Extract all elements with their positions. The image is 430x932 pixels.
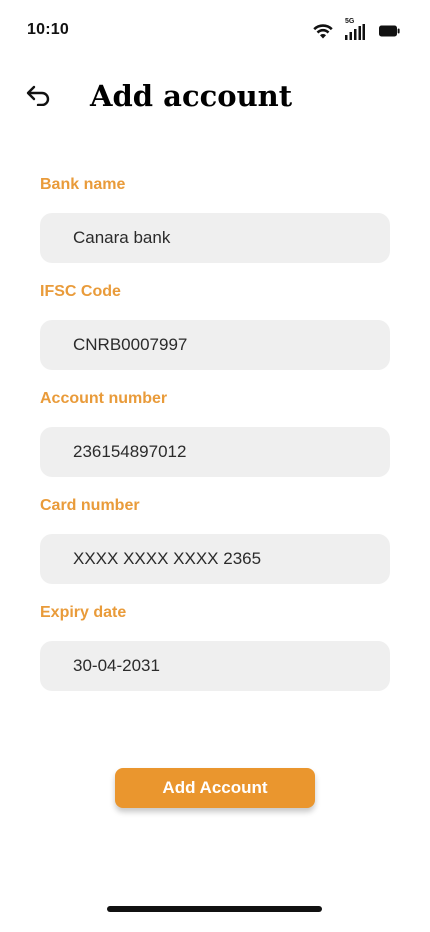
bank-name-input[interactable] — [40, 213, 390, 263]
back-arrow-icon — [25, 84, 53, 111]
expiry-date-field-group: Expiry date — [40, 602, 390, 709]
home-indicator[interactable] — [107, 906, 322, 912]
card-number-label: Card number — [40, 497, 140, 514]
bank-name-label: Bank name — [40, 176, 126, 193]
ifsc-code-input[interactable] — [40, 320, 390, 370]
status-bar: 10:10 5G — [0, 0, 430, 62]
ifsc-code-field-group: IFSC Code — [40, 281, 390, 388]
add-account-button[interactable]: Add Account — [115, 768, 315, 808]
account-number-label: Account number — [40, 390, 168, 407]
expiry-date-label: Expiry date — [40, 604, 127, 621]
account-number-input[interactable] — [40, 427, 390, 477]
bank-name-field-group: Bank name — [40, 174, 390, 281]
expiry-date-input[interactable] — [40, 641, 390, 691]
page-title: Add account — [90, 79, 293, 113]
header: Add account — [0, 78, 430, 118]
card-number-input[interactable] — [40, 534, 390, 584]
back-button[interactable] — [24, 82, 54, 112]
account-number-field-group: Account number — [40, 388, 390, 495]
wifi-icon — [313, 23, 333, 39]
add-account-form: Bank name IFSC Code Account number Card … — [40, 174, 390, 709]
status-icons: 5G — [313, 18, 400, 42]
battery-icon — [379, 25, 400, 37]
status-time: 10:10 — [27, 21, 69, 38]
cellular-signal-icon: 5G — [345, 18, 367, 42]
card-number-field-group: Card number — [40, 495, 390, 602]
ifsc-code-label: IFSC Code — [40, 283, 121, 300]
